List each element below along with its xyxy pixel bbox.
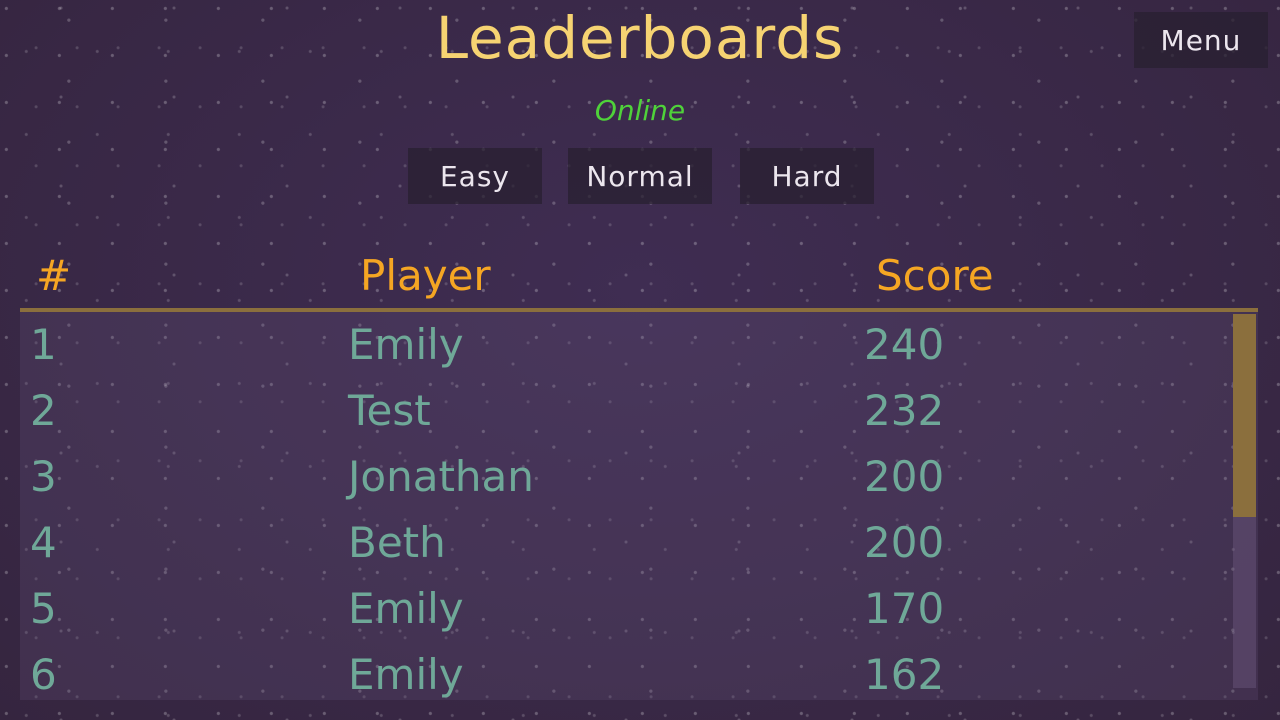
normal-button[interactable]: Normal xyxy=(568,148,712,204)
row-score: 162 xyxy=(864,650,945,699)
table-row: 6 Emily 162 xyxy=(20,642,1220,700)
leaderboard-table: 1 Emily 240 2 Test 232 3 Jonathan 200 4 … xyxy=(20,312,1258,700)
page-title: Leaderboards xyxy=(435,4,845,72)
row-rank: 5 xyxy=(30,584,57,633)
row-player: Jonathan xyxy=(348,452,534,501)
row-rank: 3 xyxy=(30,452,57,501)
table-row: 5 Emily 170 xyxy=(20,576,1220,642)
row-score: 232 xyxy=(864,386,945,435)
row-player: Emily xyxy=(348,320,464,369)
table-row: 1 Emily 240 xyxy=(20,312,1220,378)
row-score: 240 xyxy=(864,320,945,369)
easy-button[interactable]: Easy xyxy=(408,148,542,204)
column-header-rank: # xyxy=(36,251,72,300)
row-rank: 2 xyxy=(30,386,57,435)
hard-button[interactable]: Hard xyxy=(740,148,874,204)
menu-button[interactable]: Menu xyxy=(1134,12,1268,68)
table-row: 2 Test 232 xyxy=(20,378,1220,444)
row-player: Beth xyxy=(348,518,446,567)
row-rank: 6 xyxy=(30,650,57,699)
scrollbar[interactable] xyxy=(1233,314,1256,688)
connection-status: Online xyxy=(594,94,686,127)
table-row: 4 Beth 200 xyxy=(20,510,1220,576)
row-rank: 4 xyxy=(30,518,57,567)
row-score: 200 xyxy=(864,452,945,501)
row-score: 170 xyxy=(864,584,945,633)
row-player: Emily xyxy=(348,584,464,633)
row-player: Test xyxy=(348,386,431,435)
column-header-score: Score xyxy=(876,251,994,300)
row-score: 200 xyxy=(864,518,945,567)
row-player: Emily xyxy=(348,650,464,699)
scrollbar-thumb[interactable] xyxy=(1233,314,1256,517)
row-rank: 1 xyxy=(30,320,57,369)
column-header-player: Player xyxy=(360,251,491,300)
table-row: 3 Jonathan 200 xyxy=(20,444,1220,510)
